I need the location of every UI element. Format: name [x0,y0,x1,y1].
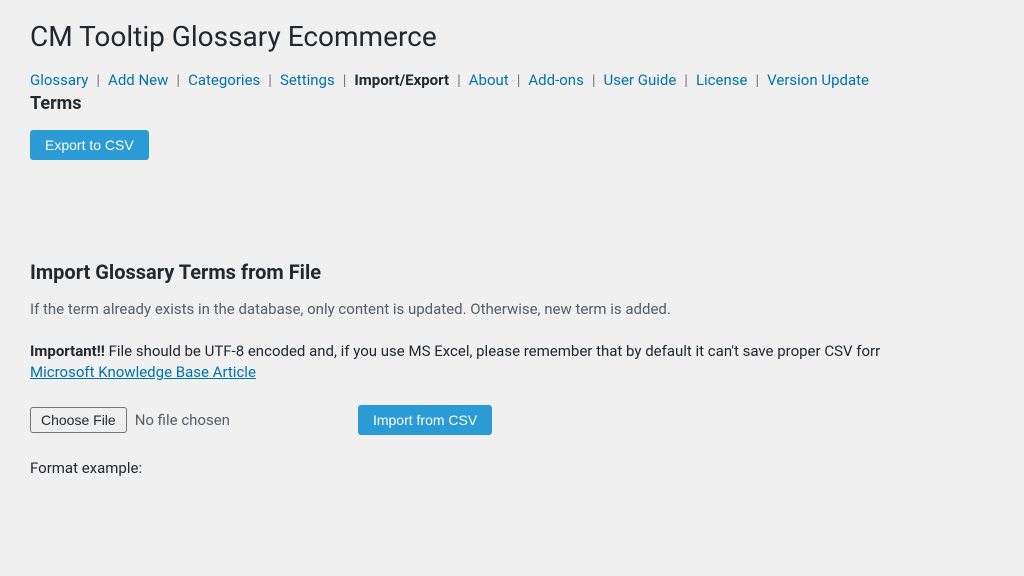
nav-version-update[interactable]: Version Update [767,71,869,89]
important-text: File should be UTF-8 encoded and, if you… [105,342,880,360]
nav-separator: | [343,71,347,89]
file-input-row: Choose File No file chosen Import from C… [30,405,994,435]
nav-separator: | [176,71,180,89]
nav-tabs: Glossary | Add New | Categories | Settin… [30,71,994,89]
file-status-text: No file chosen [135,411,230,429]
page-title: CM Tooltip Glossary Ecommerce [30,20,994,53]
nav-license[interactable]: License [696,71,748,89]
nav-glossary[interactable]: Glossary [30,71,88,89]
nav-import-export[interactable]: Import/Export [354,71,449,89]
import-important-note: Important!! File should be UTF-8 encoded… [30,342,994,360]
nav-separator: | [96,71,100,89]
import-section-title: Import Glossary Terms from File [30,260,994,284]
nav-add-ons[interactable]: Add-ons [528,71,583,89]
nav-separator: | [457,71,461,89]
nav-categories[interactable]: Categories [188,71,260,89]
import-csv-button[interactable]: Import from CSV [358,405,492,435]
format-example-label: Format example: [30,459,994,477]
nav-separator: | [592,71,596,89]
nav-separator: | [517,71,521,89]
choose-file-button[interactable]: Choose File [30,407,127,433]
nav-separator: | [755,71,759,89]
nav-settings[interactable]: Settings [280,71,335,89]
nav-separator: | [684,71,688,89]
nav-user-guide[interactable]: User Guide [604,71,677,89]
nav-separator: | [268,71,272,89]
kb-article-link[interactable]: Microsoft Knowledge Base Article [30,363,256,381]
import-description: If the term already exists in the databa… [30,300,994,318]
terms-heading: Terms [30,93,994,114]
nav-about[interactable]: About [469,71,509,89]
important-label: Important!! [30,342,105,360]
export-csv-button[interactable]: Export to CSV [30,130,149,160]
nav-add-new[interactable]: Add New [108,71,168,89]
